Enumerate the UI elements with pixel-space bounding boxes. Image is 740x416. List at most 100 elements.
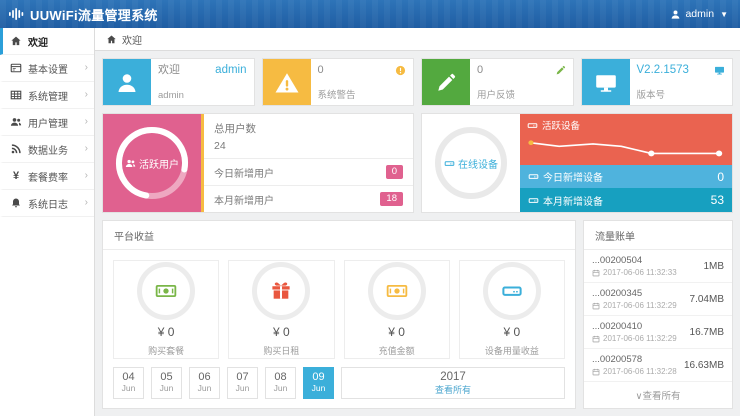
year-view-all[interactable]: 2017 查看所有 [341,367,565,399]
top-navbar: UUWiFi流量管理系统 admin ▼ [0,0,740,28]
traffic-item-id: ...00200345 [592,288,677,299]
welcome-title: 欢迎 [158,65,180,76]
money-icon [137,262,195,320]
version-box[interactable]: V2.2.1573 版本号 [581,58,734,106]
date-cell[interactable]: 08 Jun [265,367,296,399]
revenue-label: 充值金额 [379,344,415,357]
today-new-users-badge: 0 [386,165,403,179]
device-icon [444,158,455,169]
month-new-users-row: 本月新增用户 18 [204,185,413,212]
sidebar-item-system-management[interactable]: 系统管理 › [0,82,94,109]
month-new-devices-row: 本月新增设备 53 [520,188,732,212]
date-selector: 04 Jun 05 Jun 06 Jun 07 [103,367,575,408]
chevron-right-icon: › [85,90,88,100]
pencil-icon [555,65,566,76]
warning-circle-icon [395,65,406,76]
month-new-devices-label: 本月新增设备 [543,193,603,208]
user-icon [103,59,151,106]
month-new-devices-value: 53 [711,193,724,207]
gift-icon [252,262,310,320]
calendar-icon [592,269,600,277]
warning-triangle-icon [263,59,311,106]
total-users-value: 24 [214,138,403,155]
calendar-icon [592,368,600,376]
total-users-block: 总用户数 24 [204,114,413,158]
settings-panel-icon [10,62,22,74]
traffic-item[interactable]: ...00200410 2017-06-06 11:32:29 16.7MB [584,316,732,349]
yen-icon: ¥ [10,170,22,182]
year-label: 2017 [342,371,564,383]
active-users-label: 活跃用户 [139,156,179,171]
date-cell[interactable]: 06 Jun [189,367,220,399]
revenue-amount: ¥ 0 [388,325,405,339]
revenue-amount: ¥ 0 [158,325,175,339]
traffic-item-id: ...00200410 [592,321,677,332]
pencil-icon [422,59,470,106]
traffic-view-all[interactable]: ∨查看所有 [584,382,732,408]
devices-sparkline [527,132,725,163]
date-cell-active[interactable]: 09 Jun [303,367,334,399]
chevron-right-icon: › [85,63,88,73]
traffic-item[interactable]: ...00200345 2017-06-06 11:32:29 7.04MB [584,283,732,316]
user-icon [670,9,681,20]
traffic-panel-title: 流量账单 [584,221,732,250]
alerts-label: 系统警告 [318,91,407,101]
month-new-users-label: 本月新增用户 [214,192,274,207]
revenue-amount: ¥ 0 [273,325,290,339]
welcome-value: admin [215,65,246,77]
revenue-card-recharge[interactable]: ¥ 0 充值金额 [344,260,450,359]
app-brand: UUWiFi流量管理系统 [8,5,158,24]
welcome-info-box[interactable]: 欢迎 admin admin [102,58,255,106]
sidebar-item-package-rates[interactable]: ¥ 套餐费率 › [0,163,94,190]
table-icon [10,89,22,101]
active-users-ring: 活跃用户 [103,114,201,212]
online-devices-ring: 在线设备 [422,114,520,212]
revenue-label: 购买套餐 [148,344,184,357]
today-new-users-row: 今日新增用户 0 [204,158,413,185]
traffic-billing-panel: 流量账单 ...00200504 2017-06-06 11:32:33 1MB… [583,220,733,409]
version-label: 版本号 [637,91,726,101]
app-title: UUWiFi流量管理系统 [30,5,158,24]
monitor-icon [714,65,725,76]
traffic-item-size: 1MB [703,261,724,272]
user-menu[interactable]: admin ▼ [670,8,728,20]
alerts-count: 0 [318,65,324,76]
traffic-item-id: ...00200504 [592,255,677,266]
date-cell[interactable]: 05 Jun [151,367,182,399]
traffic-item[interactable]: ...00200504 2017-06-06 11:32:33 1MB [584,250,732,283]
device-icon [528,195,539,206]
revenue-card-device-usage[interactable]: ¥ 0 设备用量收益 [459,260,565,359]
sidebar-item-welcome[interactable]: 欢迎 [0,28,94,55]
chevron-right-icon: › [85,144,88,154]
traffic-item[interactable]: ...00200578 2017-06-06 11:32:28 16.63MB [584,349,732,382]
traffic-item-time: 2017-06-06 11:32:29 [603,301,677,310]
sidebar-item-label: 套餐费率 [28,169,68,184]
revenue-label: 设备用量收益 [485,344,539,357]
sidebar-item-label: 系统管理 [28,88,68,103]
revenue-card-daily-rental[interactable]: ¥ 0 购买日租 [228,260,334,359]
sidebar-item-data-services[interactable]: 数据业务 › [0,136,94,163]
sidebar-item-basic-settings[interactable]: 基本设置 › [0,55,94,82]
online-devices-label: 在线设备 [458,156,498,171]
money-icon [368,262,426,320]
traffic-item-time: 2017-06-06 11:32:29 [603,334,677,343]
sidebar-item-system-logs[interactable]: 系统日志 › [0,190,94,217]
sidebar: 欢迎 基本设置 › 系统管理 › 用户管理 › 数据业务 › ¥ 套餐费率 › [0,28,95,416]
bell-icon [10,197,22,209]
revenue-card-packages[interactable]: ¥ 0 购买套餐 [113,260,219,359]
active-users-panel: 活跃用户 总用户数 24 今日新增用户 0 本月新增用户 [102,113,414,213]
calendar-icon [592,335,600,343]
date-cell[interactable]: 04 Jun [113,367,144,399]
user-feedback-box[interactable]: 0 用户反馈 [421,58,574,106]
revenue-amount: ¥ 0 [504,325,521,339]
sidebar-item-user-management[interactable]: 用户管理 › [0,109,94,136]
home-icon [10,35,22,47]
revenue-label: 购买日租 [263,344,299,357]
date-cell[interactable]: 07 Jun [227,367,258,399]
breadcrumb-label: 欢迎 [122,32,142,47]
system-alerts-box[interactable]: 0 系统警告 [262,58,415,106]
month-new-users-badge: 18 [380,192,403,206]
traffic-item-time: 2017-06-06 11:32:28 [603,367,677,376]
home-icon [106,34,117,45]
device-icon [528,171,539,182]
